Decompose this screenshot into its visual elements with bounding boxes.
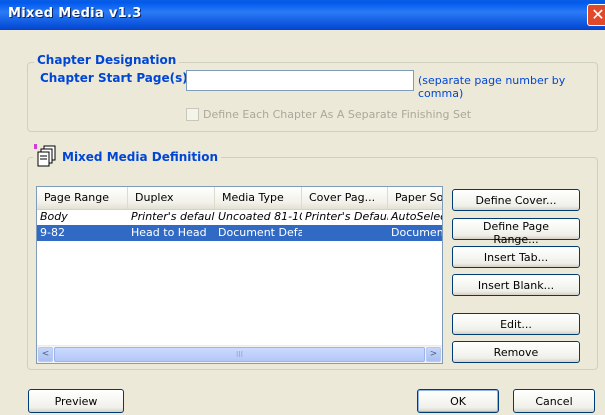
column-paper-source[interactable]: Paper So (388, 187, 442, 209)
cell-page-range: 9-82 (40, 226, 65, 239)
separate-finishing-set-checkbox[interactable] (186, 108, 199, 121)
table-row[interactable]: Body Printer's default Uncoated 81-105 P… (37, 209, 442, 225)
chapter-start-label: Chapter Start Page(s): (40, 71, 193, 85)
column-media-type[interactable]: Media Type (215, 187, 302, 209)
cell-media-type: Uncoated 81-105 (218, 210, 302, 223)
horizontal-scrollbar[interactable]: < III > (37, 345, 442, 363)
scroll-left-icon[interactable]: < (38, 347, 53, 362)
close-icon[interactable]: ✕ (587, 4, 605, 26)
define-page-range-button[interactable]: Define Page Range... (452, 218, 580, 246)
ok-button[interactable]: OK (417, 389, 499, 413)
window-title: Mixed Media v1.3 (8, 6, 142, 21)
cell-page-range: Body (40, 210, 68, 223)
cancel-button[interactable]: Cancel (513, 389, 595, 413)
remove-button[interactable]: Remove (452, 341, 580, 363)
column-page-range[interactable]: Page Range (37, 187, 128, 209)
cell-cover-page (302, 225, 388, 241)
scroll-right-icon[interactable]: > (426, 347, 441, 362)
cell-paper-source: Document (391, 226, 443, 239)
list-header: Page Range Duplex Media Type Cover Pag..… (37, 187, 442, 210)
separate-finishing-set-label: Define Each Chapter As A Separate Finish… (203, 108, 472, 121)
mixed-media-list[interactable]: Page Range Duplex Media Type Cover Pag..… (36, 186, 443, 364)
title-bar: Mixed Media v1.3 ✕ (0, 0, 605, 30)
document-stack-icon (33, 143, 59, 169)
insert-blank-button[interactable]: Insert Blank... (452, 274, 580, 296)
insert-tab-button[interactable]: Insert Tab... (452, 246, 580, 268)
cell-duplex: Head to Head (131, 226, 207, 239)
table-row[interactable]: 9-82 Head to Head Document Default Docum… (37, 225, 442, 241)
mixed-media-title: Mixed Media Definition (59, 150, 222, 164)
cell-media-type: Document Default (218, 226, 302, 239)
define-cover-button[interactable]: Define Cover... (452, 189, 580, 211)
chapter-start-hint: (separate page number by comma) (418, 74, 566, 100)
column-cover-page[interactable]: Cover Pag... (302, 187, 388, 209)
cell-cover-page: Printer's Default (305, 210, 388, 223)
edit-button[interactable]: Edit... (452, 313, 580, 335)
chapter-designation-title: Chapter Designation (34, 53, 180, 67)
column-duplex[interactable]: Duplex (128, 187, 215, 209)
scroll-thumb[interactable]: III (54, 347, 425, 362)
chapter-start-input[interactable] (186, 70, 414, 91)
preview-button[interactable]: Preview (28, 389, 124, 413)
cell-duplex: Printer's default (131, 210, 215, 223)
cell-paper-source: AutoSelect (391, 210, 442, 223)
